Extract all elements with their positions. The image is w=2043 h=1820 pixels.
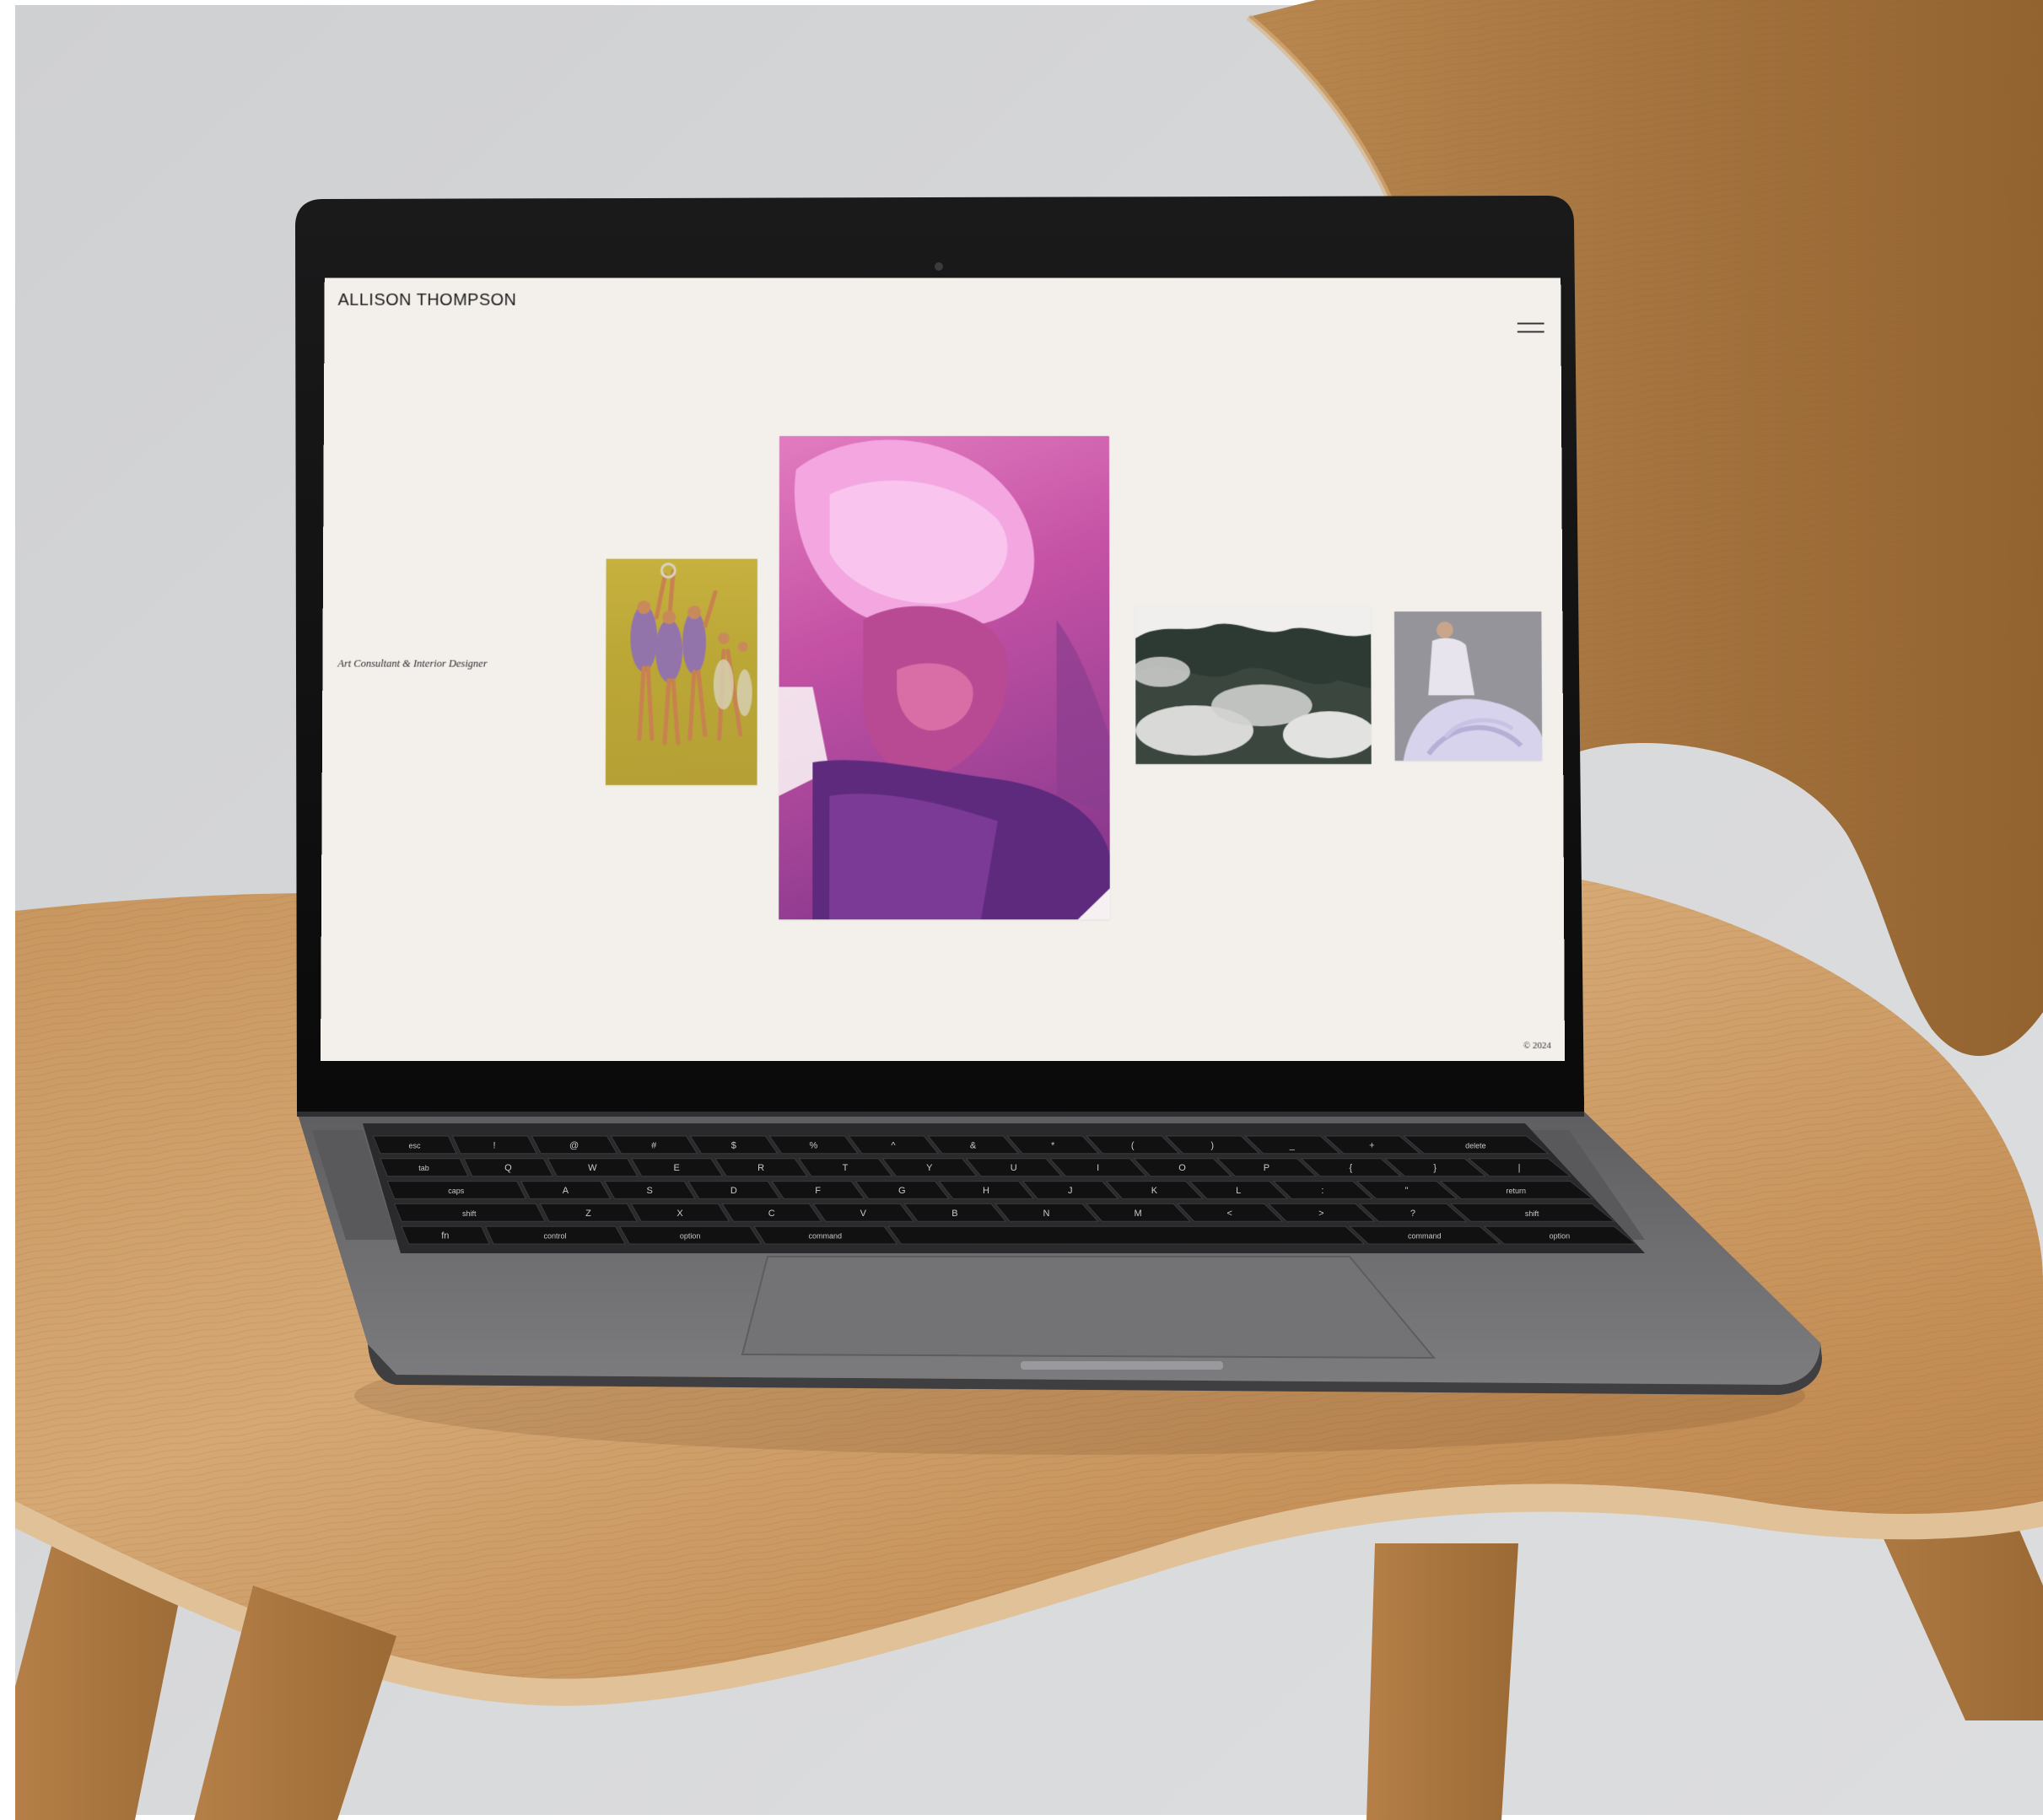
keyboard-key-label: command [1408, 1232, 1442, 1241]
chair-leg-front-right [1366, 1543, 1518, 1820]
keyboard-key-label: C [768, 1209, 775, 1219]
keyboard-key-label: < [1226, 1209, 1232, 1219]
keyboard-key-label: delete [1465, 1141, 1486, 1150]
copyright-notice: © 2024 [1523, 1041, 1551, 1052]
keyboard-key-label: return [1506, 1187, 1526, 1195]
keyboard-key-label: Q [504, 1163, 512, 1173]
keyboard-key-label: option [680, 1232, 701, 1241]
keyboard-key-label: _ [1289, 1140, 1296, 1150]
keyboard-key-label: W [588, 1163, 597, 1173]
keyboard-key-label: A [563, 1186, 569, 1196]
keyboard-key-label: X [677, 1209, 683, 1219]
keyboard-key-label: @ [569, 1140, 579, 1150]
keyboard-key-label: B [951, 1209, 957, 1219]
keyboard-key-label: ( [1131, 1140, 1135, 1150]
hamburger-icon[interactable] [1517, 321, 1546, 338]
keyboard-key-label: P [1264, 1163, 1269, 1173]
keyboard-key-label: } [1433, 1163, 1437, 1173]
site-title[interactable]: ALLISON THOMPSON [337, 291, 516, 310]
keyboard-key-label: S [646, 1186, 652, 1196]
keyboard-key-label: : [1321, 1186, 1323, 1196]
keyboard-key-label: " [1405, 1186, 1409, 1196]
keyboard-key-label: G [898, 1186, 906, 1196]
keyboard-key[interactable] [887, 1225, 1366, 1245]
keyboard-key-label: # [651, 1140, 657, 1150]
artwork-abstract-portrait[interactable] [779, 436, 1110, 920]
keyboard-key-label: control [543, 1232, 566, 1241]
artwork-dancers[interactable] [605, 558, 757, 785]
keyboard-key-label: tab [418, 1164, 429, 1172]
keyboard-key-label: T [843, 1163, 849, 1173]
keyboard-key-label: K [1151, 1186, 1158, 1196]
keyboard-key-label: E [674, 1163, 680, 1173]
keyboard-key-label: { [1349, 1163, 1352, 1173]
keyboard-key-label: R [757, 1163, 764, 1173]
keyboard-keys: esc! @ # $% ^ & * () _ + delete tab Q W E R T Y U I O P {} | cap… [372, 1135, 1637, 1245]
keyboard-key-label: shift [462, 1209, 477, 1218]
artwork-draped-figure[interactable] [1394, 611, 1543, 761]
keyboard-key-label: command [808, 1232, 842, 1241]
keyboard-key-label: shift [1525, 1209, 1539, 1218]
website-screen: ALLISON THOMPSON Art Consultant & Interi… [321, 277, 1565, 1061]
keyboard-key-label: J [1068, 1186, 1073, 1196]
keyboard-key-label: option [1550, 1232, 1571, 1241]
keyboard-key-label: ? [1410, 1209, 1415, 1219]
keyboard-key-label: & [970, 1140, 977, 1150]
keyboard-key-label: I [1097, 1163, 1099, 1173]
keyboard-key-label: D [730, 1186, 737, 1196]
keyboard-key-label: > [1318, 1209, 1323, 1219]
keyboard-key-label: esc [408, 1141, 421, 1150]
artwork-clouds[interactable] [1135, 605, 1372, 764]
keyboard-key-label: ) [1210, 1140, 1214, 1150]
keyboard-key-label: O [1178, 1163, 1186, 1173]
site-tagline: Art Consultant & Interior Designer [337, 657, 488, 670]
keyboard-key-label: | [1518, 1163, 1521, 1173]
keyboard-key-label: * [1051, 1140, 1055, 1150]
keyboard-key-label: H [983, 1186, 989, 1196]
keyboard-key-label: ! [493, 1140, 496, 1150]
trackpad[interactable] [741, 1256, 1437, 1360]
keyboard-key-label: + [1369, 1140, 1374, 1150]
keyboard-key-label: % [809, 1140, 817, 1150]
keyboard-key-label: U [1011, 1163, 1017, 1173]
keyboard-key-label: Y [926, 1163, 933, 1173]
keyboard-key-label: V [860, 1209, 867, 1219]
keyboard-key-label: N [1043, 1209, 1050, 1219]
keyboard-key-label: $ [731, 1140, 736, 1150]
keyboard-key-label: M [1135, 1209, 1142, 1219]
camera-icon [935, 262, 943, 271]
keyboard-key-label: Z [585, 1209, 591, 1219]
keyboard-key-label: ^ [891, 1140, 896, 1150]
keyboard-key-label: caps [448, 1187, 465, 1195]
keyboard-key-label: L [1236, 1186, 1241, 1196]
keyboard-key-label: F [815, 1186, 821, 1196]
keyboard-key-label: fn [441, 1231, 449, 1241]
